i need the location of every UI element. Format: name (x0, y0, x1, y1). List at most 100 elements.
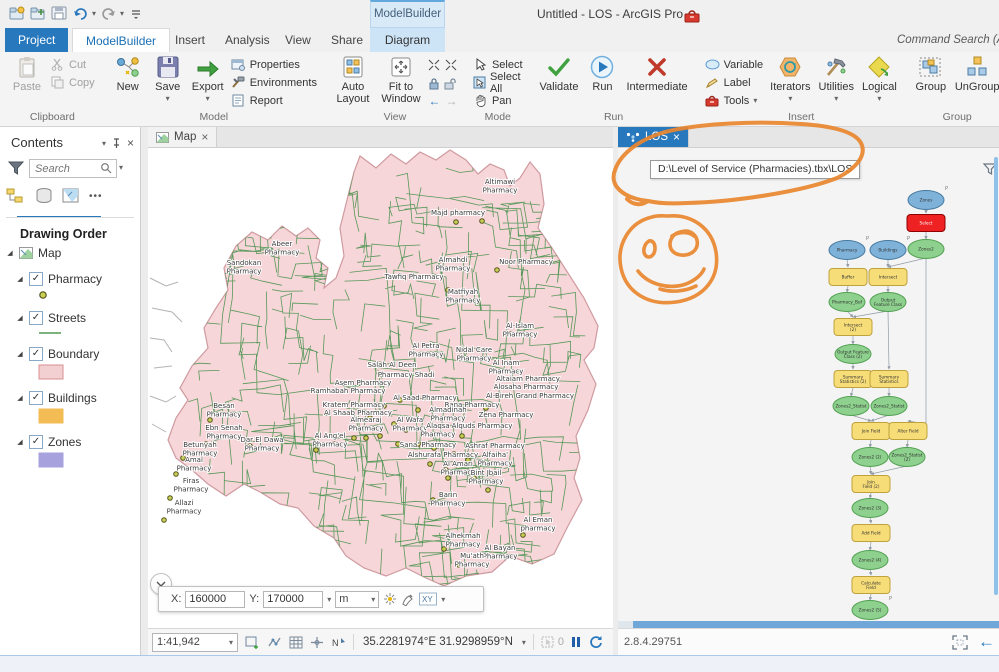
xy-format-caret[interactable]: ▾ (441, 595, 445, 604)
close-pane-icon[interactable]: × (127, 136, 134, 150)
pharmacy-point[interactable] (453, 219, 459, 225)
coordinates-caret[interactable]: ▾ (522, 638, 526, 647)
layer-symbol-boundary[interactable] (38, 364, 140, 380)
model-node[interactable]: Zones2 (2) (851, 447, 889, 467)
tools-button[interactable]: Tools ▾ (702, 92, 767, 109)
layer-visibility-checkbox[interactable]: ✓ (29, 391, 43, 405)
map-node-label[interactable]: Map (38, 246, 61, 260)
model-node[interactable]: Output Feature Class (2) (834, 344, 872, 364)
pharmacy-point[interactable] (161, 517, 167, 523)
pane-splitter[interactable] (141, 127, 148, 655)
los-document-tab[interactable]: LOS × (618, 127, 690, 147)
tree-item-buildings[interactable]: ◢ ✓ Buildings (0, 390, 140, 406)
draw-pointer-icon[interactable] (401, 592, 415, 606)
undo-icon[interactable] (71, 4, 89, 22)
flash-location-icon[interactable] (383, 592, 397, 606)
pin-icon[interactable] (112, 137, 121, 149)
model-node[interactable]: Select (906, 214, 946, 232)
iterators-button[interactable]: Iterators ▾ (766, 54, 814, 106)
redo-icon[interactable] (99, 4, 117, 22)
pharmacy-point[interactable] (415, 407, 421, 413)
collapse-all-icon[interactable] (427, 58, 441, 72)
tab-project[interactable]: Project (5, 28, 69, 52)
pharmacy-point[interactable] (479, 218, 485, 224)
layer-name[interactable]: Buildings (48, 391, 97, 405)
layer-symbol-zones[interactable] (38, 452, 140, 468)
tab-modelbuilder[interactable]: ModelBuilder (72, 28, 171, 52)
pharmacy-point[interactable] (459, 433, 465, 439)
view-snapshot-icon[interactable] (62, 187, 80, 205)
tab-insert[interactable]: Insert (162, 28, 218, 52)
select-all-button[interactable]: Select All (470, 71, 526, 95)
expander-icon[interactable]: ◢ (6, 249, 14, 257)
layer-visibility-checkbox[interactable]: ✓ (29, 347, 43, 361)
search-options-caret[interactable]: ▾ (119, 163, 123, 172)
new-model-button[interactable]: New (108, 54, 148, 94)
label-button[interactable]: Label (702, 74, 767, 91)
report-button[interactable]: Report (228, 92, 320, 109)
model-node[interactable]: Intersect (2) (833, 318, 873, 336)
properties-button[interactable]: Properties (228, 56, 320, 73)
los-tab-close-icon[interactable]: × (673, 130, 680, 144)
x-coordinate-input[interactable] (185, 590, 246, 608)
fit-diagram-icon[interactable] (952, 634, 968, 650)
pharmacy-point[interactable] (377, 433, 383, 439)
north-arrow-icon[interactable]: N (331, 636, 346, 649)
layer-symbol-pharmacy[interactable] (38, 290, 140, 300)
save-model-button[interactable]: Save ▾ (148, 54, 188, 106)
ungroup-button[interactable]: UnGroup (951, 54, 999, 94)
model-node[interactable]: Join Field (851, 422, 891, 440)
layer-symbol-buildings[interactable] (38, 408, 140, 424)
scale-dropdown[interactable]: 1:41,942 ▾ (152, 632, 238, 652)
auto-layout-button[interactable]: Auto Layout (330, 54, 376, 106)
back-arrow-icon[interactable]: ← (428, 94, 440, 108)
layer-visibility-checkbox[interactable]: ✓ (29, 272, 43, 286)
model-node[interactable]: Zones2 (907, 239, 945, 259)
pharmacy-point[interactable] (363, 435, 369, 441)
view-data-source-icon[interactable] (35, 187, 53, 205)
model-node[interactable]: Zones2_Statist (832, 396, 870, 416)
model-node[interactable]: Output Feature Class (869, 292, 907, 312)
expand-all-icon[interactable] (444, 58, 458, 72)
xy-format-button[interactable]: XY (419, 592, 438, 606)
pause-drawing-icon[interactable] (571, 636, 581, 648)
model-node[interactable]: Zones2 (5) P (851, 596, 892, 620)
expander-icon[interactable]: ◢ (16, 394, 24, 402)
pane-options-caret-icon[interactable]: ▾ (102, 139, 106, 148)
pharmacy-point[interactable] (494, 267, 500, 273)
y-history-caret[interactable]: ▾ (327, 595, 331, 604)
model-node[interactable]: Buildings P (869, 236, 910, 260)
variable-button[interactable]: Variable (702, 56, 767, 73)
redo-caret[interactable]: ▾ (120, 9, 124, 18)
pharmacy-point[interactable] (520, 532, 526, 538)
tab-diagram[interactable]: Diagram (370, 28, 445, 52)
y-coordinate-input[interactable] (263, 590, 324, 608)
new-project-icon[interactable] (29, 4, 47, 22)
expander-icon[interactable]: ◢ (16, 314, 24, 322)
tab-view[interactable]: View (272, 28, 324, 52)
intermediate-button[interactable]: Intermediate (622, 54, 691, 94)
model-node[interactable]: Intersect (868, 268, 908, 286)
model-node[interactable]: Zones2 (4) (851, 550, 889, 570)
run-button[interactable]: Run (582, 54, 622, 94)
model-node[interactable]: Alter Field (888, 422, 928, 440)
tree-item-map[interactable]: ◢ Map (0, 245, 140, 261)
model-node[interactable]: Zones2 (3) (851, 498, 889, 518)
new-extent-icon[interactable] (245, 636, 260, 649)
pharmacy-point[interactable] (427, 461, 433, 467)
refresh-icon[interactable] (588, 635, 603, 649)
tree-item-zones[interactable]: ◢ ✓ Zones (0, 434, 140, 450)
environments-button[interactable]: Environments (228, 74, 320, 91)
search-icon[interactable] (100, 162, 112, 174)
view-drawing-order-icon[interactable] (6, 187, 26, 205)
paste-button[interactable]: Paste (7, 54, 47, 94)
command-search[interactable]: Command Search (A (893, 30, 999, 50)
units-dropdown[interactable]: m ▾ (335, 590, 380, 608)
cut-button[interactable]: Cut (47, 56, 98, 73)
expander-icon[interactable]: ◢ (16, 438, 24, 446)
save-project-icon[interactable] (50, 4, 68, 22)
model-node[interactable]: Calculate Field (851, 576, 891, 594)
layer-symbol-streets[interactable] (38, 330, 140, 336)
copy-button[interactable]: Copy (47, 74, 98, 91)
model-node[interactable]: Buffer (828, 268, 868, 286)
